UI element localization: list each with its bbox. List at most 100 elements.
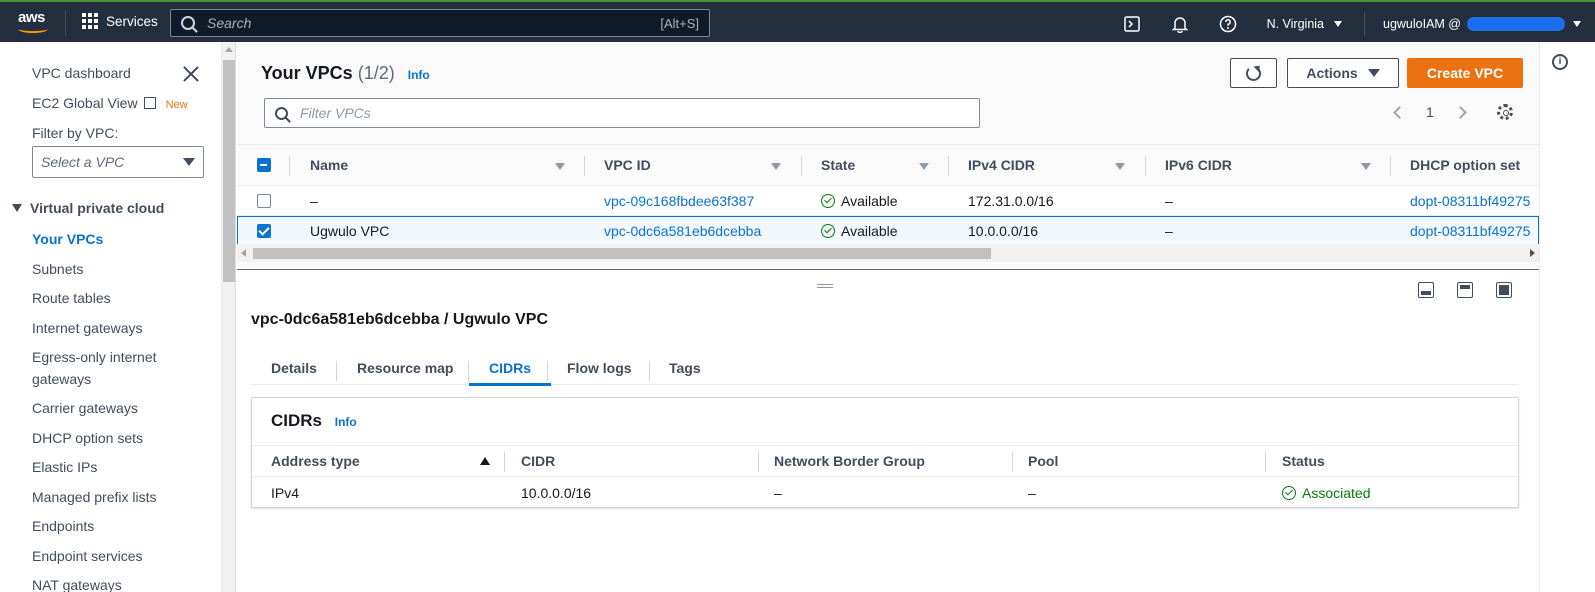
account-menu[interactable]: ugwuloIAM @ xyxy=(1383,17,1581,31)
sidebar-item-nat-gateways[interactable]: NAT gateways xyxy=(32,577,122,592)
resize-handle-icon[interactable] xyxy=(817,284,833,288)
create-vpc-button[interactable]: Create VPC xyxy=(1407,58,1523,88)
state-text: Available xyxy=(841,223,898,239)
actions-button[interactable]: Actions xyxy=(1287,58,1399,88)
sidebar-item-route-tables[interactable]: Route tables xyxy=(32,290,111,306)
cell-dhcp-link[interactable]: dopt-08311bf49275 xyxy=(1410,186,1530,215)
region-label: N. Virginia xyxy=(1266,17,1324,31)
sidebar-item-elastic-ips[interactable]: Elastic IPs xyxy=(32,459,97,475)
global-search[interactable]: [Alt+S] xyxy=(170,9,710,37)
page-number[interactable]: 1 xyxy=(1426,104,1434,120)
table-row: IPv4 10.0.0.0/16 – – Associated xyxy=(252,477,1518,509)
sidebar-item-dhcp-option-sets[interactable]: DHCP option sets xyxy=(32,430,143,446)
column-header-name[interactable]: Name xyxy=(310,145,348,185)
sort-ascending-icon[interactable] xyxy=(480,457,490,465)
sidebar-section-vpc[interactable]: Virtual private cloud xyxy=(12,200,164,216)
column-header-pool[interactable]: Pool xyxy=(1028,446,1058,476)
sort-icon[interactable] xyxy=(919,163,929,170)
row-checkbox[interactable] xyxy=(257,217,271,245)
sort-icon[interactable] xyxy=(1361,163,1371,170)
scrollbar-thumb[interactable] xyxy=(223,60,235,282)
tab-details[interactable]: Details xyxy=(271,351,317,385)
chevron-left-icon[interactable] xyxy=(1393,105,1406,119)
filter-by-vpc-label: Filter by VPC: xyxy=(32,125,119,141)
cell-network-border-group: – xyxy=(774,485,782,501)
sidebar-item-endpoint-services[interactable]: Endpoint services xyxy=(32,548,143,564)
sidebar-item-subnets[interactable]: Subnets xyxy=(32,261,83,277)
cell-vpc-id-link[interactable]: vpc-09c168fbdee63f387 xyxy=(604,186,754,215)
services-menu-button[interactable]: Services xyxy=(82,13,158,29)
table-row-selected[interactable]: Ugwulo VPC vpc-0dc6a581eb6dcebba Availab… xyxy=(237,216,1539,246)
column-divider xyxy=(1390,156,1391,176)
sidebar-item-carrier-gateways[interactable]: Carrier gateways xyxy=(32,400,138,416)
tab-flow-logs[interactable]: Flow logs xyxy=(567,351,632,385)
main-content: Your VPCs (1/2) Info Actions Create VPC … xyxy=(237,42,1539,592)
column-header-vpc-id[interactable]: VPC ID xyxy=(604,145,651,185)
region-selector[interactable]: N. Virginia xyxy=(1267,17,1342,31)
chevron-right-icon[interactable] xyxy=(1453,105,1467,119)
table-horizontal-scrollbar[interactable] xyxy=(237,244,1539,262)
sidebar-item-ec2-global-view[interactable]: EC2 Global View New xyxy=(32,95,188,111)
sort-icon[interactable] xyxy=(1115,163,1125,170)
aws-logo-text: aws xyxy=(18,9,45,26)
cidrs-title: CIDRs Info xyxy=(271,411,357,431)
panel-full-icon[interactable] xyxy=(1496,282,1512,298)
column-divider xyxy=(504,452,505,472)
global-search-input[interactable] xyxy=(207,15,661,31)
cell-name: – xyxy=(310,192,318,209)
tab-cidrs[interactable]: CIDRs xyxy=(469,351,552,386)
column-header-state[interactable]: State xyxy=(821,145,855,185)
tab-resource-map[interactable]: Resource map xyxy=(357,351,453,385)
info-link[interactable]: Info xyxy=(335,415,357,429)
notifications-bell-icon[interactable] xyxy=(1171,15,1189,33)
panel-bottom-icon[interactable] xyxy=(1418,282,1434,298)
pagination: 1 xyxy=(1393,104,1513,120)
column-header-address-type[interactable]: Address type xyxy=(271,446,360,476)
scrollbar-thumb[interactable] xyxy=(253,248,991,259)
scroll-up-arrow-icon[interactable] xyxy=(225,47,233,52)
cell-dhcp-link[interactable]: dopt-08311bf49275 xyxy=(1410,217,1530,245)
column-header-status[interactable]: Status xyxy=(1282,446,1325,476)
page-title-text: Your VPCs xyxy=(261,63,353,83)
tab-tags[interactable]: Tags xyxy=(669,351,701,385)
filter-vpcs-input[interactable] xyxy=(300,105,969,121)
info-panel-icon[interactable]: i xyxy=(1552,54,1568,70)
sidebar-item-endpoints[interactable]: Endpoints xyxy=(32,518,94,534)
refresh-button[interactable] xyxy=(1230,58,1277,88)
detail-tabs: Details Resource map CIDRs Flow logs Tag… xyxy=(251,351,1519,386)
scroll-right-arrow-icon[interactable] xyxy=(1530,249,1535,257)
cell-vpc-id-link[interactable]: vpc-0dc6a581eb6dcebba xyxy=(604,217,761,245)
help-icon[interactable] xyxy=(1219,15,1237,33)
info-link[interactable]: Info xyxy=(408,68,430,82)
search-icon xyxy=(275,106,288,120)
sidebar-item-vpc-dashboard[interactable]: VPC dashboard xyxy=(32,65,131,81)
column-header-ipv4-cidr[interactable]: IPv4 CIDR xyxy=(968,145,1035,185)
aws-logo[interactable]: aws xyxy=(18,10,52,36)
selection-count: (1/2) xyxy=(357,63,395,83)
cloudshell-icon[interactable] xyxy=(1123,15,1141,33)
sidebar-scrollbar[interactable] xyxy=(222,42,236,592)
row-checkbox[interactable] xyxy=(257,186,271,215)
column-header-network-border-group[interactable]: Network Border Group xyxy=(774,446,925,476)
panel-side-icon[interactable] xyxy=(1457,282,1473,298)
table-header-row: Name VPC ID State IPv4 CIDR IPv6 CIDR DH… xyxy=(237,144,1539,186)
column-header-ipv6-cidr[interactable]: IPv6 CIDR xyxy=(1165,145,1232,185)
select-all-checkbox[interactable] xyxy=(257,145,271,185)
sidebar-item-your-vpcs[interactable]: Your VPCs xyxy=(32,231,103,247)
sort-icon[interactable] xyxy=(771,163,781,170)
close-icon[interactable] xyxy=(183,66,199,82)
status-text: Associated xyxy=(1302,485,1371,501)
redacted-account-id xyxy=(1467,17,1565,31)
sidebar-item-egress-only-gateways-line2[interactable]: gateways xyxy=(32,371,91,387)
column-header-dhcp-option-set[interactable]: DHCP option set xyxy=(1410,145,1520,185)
filter-vpcs[interactable] xyxy=(264,98,980,128)
column-header-cidr[interactable]: CIDR xyxy=(521,446,555,476)
table-row[interactable]: – vpc-09c168fbdee63f387 Available 172.31… xyxy=(237,186,1539,216)
sidebar-item-managed-prefix-lists[interactable]: Managed prefix lists xyxy=(32,489,157,505)
sidebar-item-internet-gateways[interactable]: Internet gateways xyxy=(32,320,143,336)
sidebar-item-egress-only-gateways[interactable]: Egress-only internet xyxy=(32,349,157,365)
scroll-left-arrow-icon[interactable] xyxy=(241,249,246,257)
filter-vpc-select[interactable]: Select a VPC xyxy=(32,146,204,178)
gear-icon[interactable] xyxy=(1496,104,1513,120)
sort-icon[interactable] xyxy=(555,163,565,170)
